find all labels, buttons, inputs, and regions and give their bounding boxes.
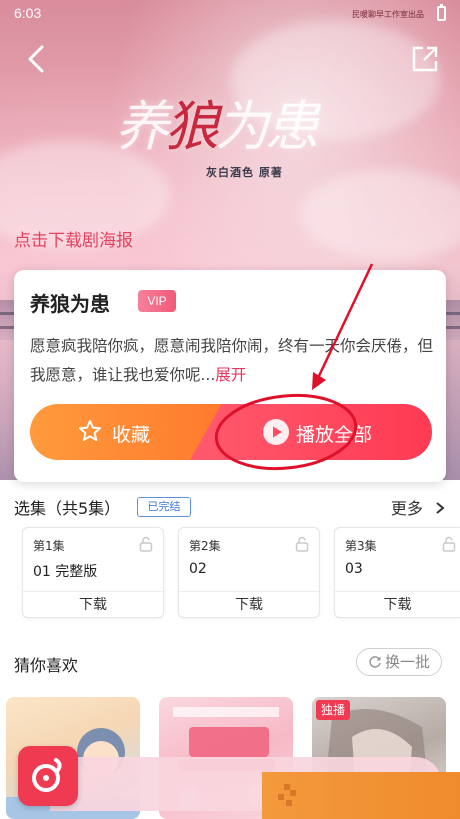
collect-button[interactable]: 收藏 <box>30 404 222 460</box>
episode-card[interactable]: 第1集 01 完整版 下载 <box>22 527 164 618</box>
episode-card[interactable]: 第2集 02 下载 <box>178 527 320 618</box>
album-description: 愿意疯我陪你疯，愿意闹我陪你闹，终有一天你会厌倦，但我愿意，谁让我也爱你呢...… <box>30 332 438 390</box>
cover-author: 灰白酒色 原著 <box>206 166 283 179</box>
episode-card[interactable]: 第3集 03 下载 <box>334 527 460 618</box>
episode-number: 第3集 <box>345 539 377 553</box>
status-bar: 6:03 民暖聊早工作室出品 <box>0 0 460 26</box>
play-circle-icon <box>263 419 289 445</box>
more-episodes-link[interactable]: 更多 <box>391 495 446 519</box>
status-time: 6:03 <box>14 5 42 21</box>
cover-title-part: 养 <box>115 95 169 158</box>
episode-download-button[interactable]: 下载 <box>335 591 460 617</box>
cover-title-art: 养狼为患 <box>115 82 319 161</box>
refresh-label: 换一批 <box>384 653 430 671</box>
mini-player[interactable] <box>0 746 460 819</box>
music-note-icon <box>32 758 62 792</box>
share-icon <box>412 46 438 72</box>
star-icon <box>79 420 101 441</box>
episode-number: 第2集 <box>189 539 221 553</box>
unlock-icon <box>442 536 456 552</box>
chevron-left-icon <box>28 45 44 73</box>
album-info-card: 养狼为患 VIP 愿意疯我陪你疯，愿意闹我陪你闹，终有一天你会厌倦，但我愿意，谁… <box>14 270 446 482</box>
episodes-heading: 选集（共5集） <box>14 499 121 518</box>
refresh-button[interactable]: 换一批 <box>356 648 442 676</box>
completed-badge: 已完结 <box>137 497 191 517</box>
episode-download-button[interactable]: 下载 <box>23 591 163 617</box>
recommend-heading: 猜你喜欢 <box>14 656 79 675</box>
episode-name: 03 <box>345 561 363 577</box>
vip-badge: VIP <box>138 290 176 312</box>
episode-name: 01 完整版 <box>33 564 98 580</box>
battery-icon <box>437 4 446 21</box>
back-button[interactable] <box>22 42 52 76</box>
expand-link[interactable]: 展开 <box>215 366 246 384</box>
episode-number: 第1集 <box>33 539 65 553</box>
pixelated-watermark <box>262 772 460 819</box>
studio-credit: 民暖聊早工作室出品 <box>352 10 424 19</box>
play-all-button[interactable]: 播放全部 <box>190 404 432 460</box>
action-buttons: 收藏 播放全部 <box>30 404 432 460</box>
episode-download-button[interactable]: 下载 <box>179 591 319 617</box>
share-button[interactable] <box>410 44 440 74</box>
play-all-label: 播放全部 <box>296 424 373 446</box>
unlock-icon <box>139 536 153 552</box>
collect-label: 收藏 <box>112 424 151 446</box>
refresh-icon <box>369 656 381 668</box>
chevron-right-icon <box>436 502 445 514</box>
album-title: 养狼为患 <box>30 292 110 316</box>
cover-title-part: 狼 <box>165 95 219 158</box>
exclusive-badge: 独播 <box>316 700 350 720</box>
unlock-icon <box>295 536 309 552</box>
episode-name: 02 <box>189 561 207 577</box>
download-poster-link[interactable]: 点击下载剧海报 <box>14 226 133 251</box>
player-logo-button[interactable] <box>18 746 78 806</box>
more-label: 更多 <box>390 499 423 518</box>
cover-title-part: 为患 <box>215 95 319 158</box>
